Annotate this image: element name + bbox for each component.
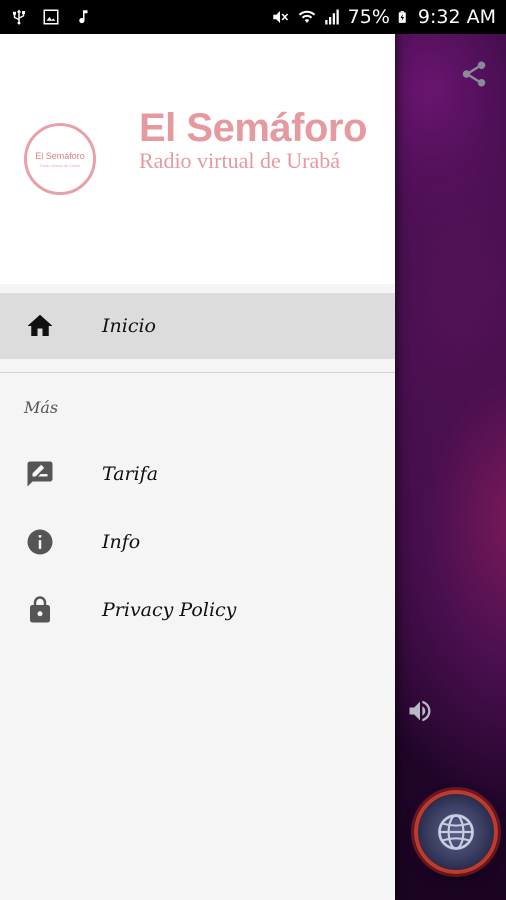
home-icon bbox=[27, 314, 53, 336]
brand-subtitle: Radio virtual de Urabá bbox=[139, 148, 340, 173]
battery-icon bbox=[398, 11, 406, 23]
rate-icon bbox=[27, 461, 53, 487]
volume-icon[interactable] bbox=[404, 697, 436, 725]
menu-item-label: Inicio bbox=[102, 315, 156, 337]
play-button[interactable] bbox=[414, 790, 498, 874]
music-icon bbox=[79, 10, 88, 24]
brand-title: El Semáforo bbox=[139, 106, 367, 150]
menu-item-info[interactable]: Info bbox=[0, 509, 395, 575]
usb-icon bbox=[13, 9, 25, 25]
menu-item-tarifa[interactable]: Tarifa bbox=[0, 441, 395, 507]
info-icon bbox=[27, 529, 53, 555]
wifi-icon bbox=[298, 10, 315, 23]
navigation-drawer: El Semáforo Radio virtual de Urabá El Se… bbox=[0, 34, 395, 900]
status-bar: 75% 9:32 AM bbox=[0, 0, 506, 34]
signal-icon bbox=[324, 9, 339, 25]
share-icon[interactable] bbox=[459, 59, 489, 89]
drawer-header: El Semáforo Radio virtual de Urabá El Se… bbox=[0, 34, 395, 284]
menu-item-inicio[interactable]: Inicio bbox=[0, 293, 395, 359]
menu-item-label: Tarifa bbox=[102, 463, 159, 485]
clock: 9:32 AM bbox=[417, 6, 496, 28]
lock-icon bbox=[30, 596, 50, 623]
menu-divider bbox=[0, 372, 395, 373]
menu-item-privacy-policy[interactable]: Privacy Policy bbox=[0, 577, 395, 643]
globe-icon bbox=[438, 814, 474, 850]
mute-icon bbox=[272, 11, 288, 23]
menu-item-label: Info bbox=[102, 531, 141, 553]
app-logo: El Semáforo Radio virtual de Urabá bbox=[24, 123, 96, 195]
battery-percent: 75% bbox=[347, 6, 390, 28]
image-icon bbox=[43, 9, 59, 25]
section-title-mas: Más bbox=[24, 398, 59, 417]
menu-item-label: Privacy Policy bbox=[102, 599, 237, 621]
